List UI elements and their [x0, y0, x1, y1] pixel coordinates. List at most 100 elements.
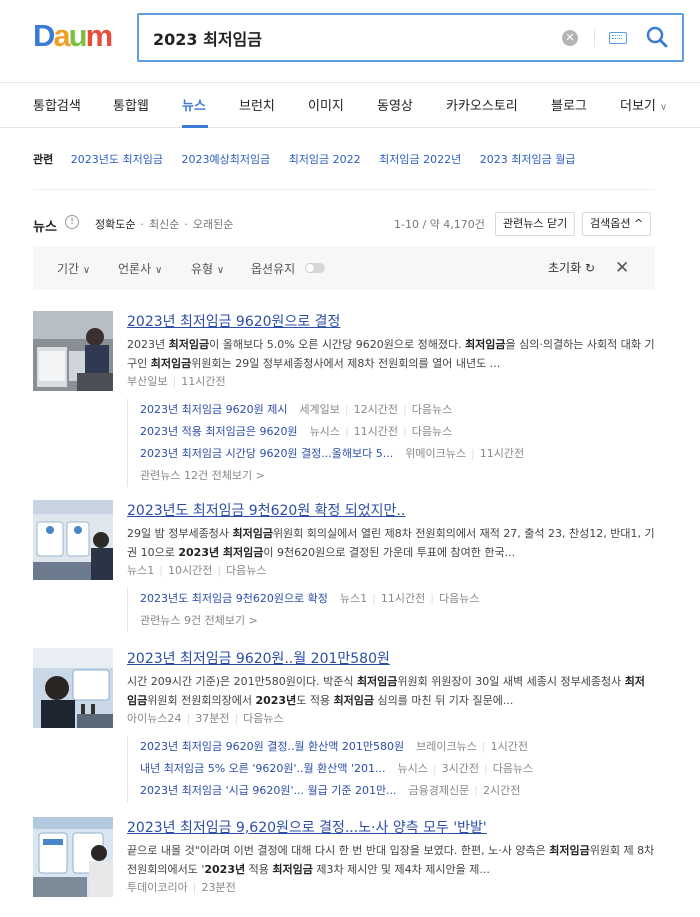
search-icon[interactable] — [645, 25, 669, 49]
related-news-via[interactable]: 다음뉴스 — [412, 425, 452, 438]
see-all-related-link[interactable]: 관련뉴스 9건 전체보기 > — [140, 610, 479, 632]
related-news-title[interactable]: 2023년 최저임금 시간당 9620원 결정...올해보다 5... — [140, 447, 393, 460]
result-count: 1-10 / 약 4,170건 — [394, 218, 485, 231]
keyword-highlight: 2023년 최저임금 — [178, 546, 264, 559]
filter-bar: 기간 ∨ 언론사 ∨ 유형 ∨ 옵션유지 초기화 ↻ ✕ — [33, 246, 655, 290]
related-link[interactable]: 2023예상최저임금 — [181, 153, 270, 166]
tab-blog[interactable]: 블로그 — [551, 95, 587, 114]
related-news-time: 11시간전 — [380, 592, 426, 605]
related-news-via[interactable]: 다음뉴스 — [412, 403, 452, 416]
related-link[interactable]: 최저임금 2022년 — [379, 153, 461, 166]
news-toolbar: 뉴스 ! 정확도순 · 최신순 · 오래된순 1-10 / 약 4,170건 관련뉴스 … — [33, 212, 655, 236]
related-news-title[interactable]: 2023년 최저임금 9620원 결정..월 환산액 201만580원 — [140, 740, 404, 753]
tab-all[interactable]: 통합검색 — [33, 95, 81, 114]
keyword-highlight: 최저임금 — [549, 844, 590, 857]
description-text: 적용 — [245, 863, 273, 876]
divider — [33, 189, 655, 190]
related-news-source[interactable]: 위메이크뉴스 — [405, 447, 466, 460]
sort-latest[interactable]: 최신순 — [149, 218, 179, 231]
news-source[interactable]: 아이뉴스24 — [127, 712, 181, 725]
chevron-down-icon: ∨ — [154, 265, 163, 276]
filter-type[interactable]: 유형 ∨ — [191, 260, 224, 277]
news-time: 37분전 — [195, 712, 230, 725]
related-news-title[interactable]: 2023년 최저임금 '시급 9620원'... 월급 기준 201만... — [140, 784, 397, 797]
close-icon[interactable]: ✕ — [615, 258, 629, 278]
see-all-related-link[interactable]: 관련뉴스 12건 전체보기 > — [140, 465, 524, 487]
logo-letter-a: a — [53, 18, 70, 53]
news-headline[interactable]: 2023년 최저임금 9,620원으로 결정...노·사 양측 모두 '반발' — [127, 817, 487, 837]
daum-logo[interactable]: Daum — [33, 18, 113, 53]
info-icon[interactable]: ! — [65, 215, 79, 229]
keyboard-icon[interactable] — [609, 32, 627, 44]
description-text: 시간 209시간 기준)은 201만580원이다. 박준식 — [127, 675, 357, 688]
news-source[interactable]: 부산일보 — [127, 375, 167, 388]
related-news-title[interactable]: 내년 최저임금 5% 오른 '9620원'..월 환산액 '201... — [140, 762, 386, 775]
news-headline[interactable]: 2023년 최저임금 9620원..월 201만580원 — [127, 648, 390, 668]
news-section-title: 뉴스 — [33, 220, 57, 235]
search-options-button[interactable]: 검색옵션 ^ — [582, 212, 652, 236]
news-headline[interactable]: 2023년 최저임금 9620원으로 결정 — [127, 311, 340, 331]
related-news-source[interactable]: 뉴스1 — [340, 592, 367, 605]
tab-web[interactable]: 통합웹 — [113, 95, 149, 114]
reset-button[interactable]: 초기화 ↻ — [548, 259, 595, 276]
related-news-source[interactable]: 금융경제신문 — [409, 784, 470, 797]
news-thumbnail[interactable] — [33, 648, 113, 728]
related-news-source[interactable]: 뉴시스 — [310, 425, 340, 438]
description-text: 이 9천620원으로 결정된 가운데 투표에 참여한 한국... — [263, 546, 516, 559]
clear-icon[interactable]: ✕ — [562, 30, 578, 46]
tab-kakaostory[interactable]: 카카오스토리 — [446, 95, 518, 114]
news-source[interactable]: 투데이코리아 — [127, 881, 188, 894]
keyword-highlight: 최저임금 — [272, 863, 313, 876]
related-news-row: 2023년도 최저임금 9천620원으로 확정 뉴스1 | 11시간전 | 다음뉴스 — [140, 592, 480, 605]
tab-brunch[interactable]: 브런치 — [239, 95, 275, 114]
news-meta: 투데이코리아 | 23분전 — [127, 881, 236, 894]
keyword-highlight: 2023년 — [255, 694, 297, 707]
description-text: 도 적용 — [296, 694, 334, 707]
close-related-news-button[interactable]: 관련뉴스 닫기 — [495, 212, 576, 236]
news-thumbnail[interactable] — [33, 500, 113, 580]
filter-press[interactable]: 언론사 ∨ — [118, 260, 162, 277]
keep-options-toggle[interactable] — [305, 263, 325, 273]
description-text: 위원회 위원장이 30일 새벽 세종시 정부세종청사 — [397, 675, 625, 688]
news-headline[interactable]: 2023년도 최저임금 9천620원 확정 되었지만.. — [127, 500, 405, 520]
keyword-highlight: 최저임금 — [465, 338, 506, 351]
related-news-list: 2023년 최저임금 9620원 결정..월 환산액 201만580원 브레이크뉴… — [127, 736, 533, 802]
search-divider — [594, 29, 595, 47]
related-news-source[interactable]: 세계일보 — [299, 403, 339, 416]
related-news-via[interactable]: 다음뉴스 — [493, 762, 533, 775]
description-text: 심의를 마친 뒤 기자 질문에... — [374, 694, 514, 707]
filter-period[interactable]: 기간 ∨ — [57, 260, 90, 277]
tab-video[interactable]: 동영상 — [377, 95, 413, 114]
news-description: 2023년 최저임금이 올해보다 5.0% 오른 시간당 9620원으로 정해졌… — [127, 335, 655, 373]
related-link[interactable]: 2023 최저임금 월급 — [480, 153, 576, 166]
news-thumbnail[interactable] — [33, 311, 113, 391]
related-news-title[interactable]: 2023년도 최저임금 9천620원으로 확정 — [140, 592, 328, 605]
related-news-title[interactable]: 2023년 적용 최저임금은 9620원 — [140, 425, 298, 438]
tab-image[interactable]: 이미지 — [308, 95, 344, 114]
reset-label: 초기화 — [548, 261, 582, 275]
related-link[interactable]: 최저임금 2022 — [289, 153, 361, 166]
related-news-source[interactable]: 뉴시스 — [398, 762, 428, 775]
search-tabs: 통합검색 통합웹 뉴스 브런치 이미지 동영상 카카오스토리 블로그 더보기 ∨ — [0, 82, 700, 128]
related-label: 관련 — [33, 153, 54, 166]
sort-accuracy[interactable]: 정확도순 — [95, 218, 135, 231]
related-news-list: 2023년 최저임금 9620원 제시 세계일보 | 12시간전 | 다음뉴스 2023년… — [127, 399, 524, 487]
keyword-highlight: 최저임금 — [356, 675, 398, 688]
news-via[interactable]: 다음뉴스 — [243, 712, 283, 725]
related-news-time: 12시간전 — [353, 403, 398, 416]
tab-news[interactable]: 뉴스 — [182, 95, 206, 114]
filter-period-label: 기간 — [57, 262, 80, 276]
news-source[interactable]: 뉴스1 — [127, 564, 154, 577]
related-link[interactable]: 2023년도 최저임금 — [71, 153, 163, 166]
related-news-source[interactable]: 브레이크뉴스 — [416, 740, 477, 753]
news-thumbnail[interactable] — [33, 817, 113, 897]
keyword-highlight: 2023년 — [204, 863, 246, 876]
tab-more[interactable]: 더보기 ∨ — [620, 95, 667, 114]
related-news-title[interactable]: 2023년 최저임금 9620원 제시 — [140, 403, 287, 416]
related-news-via[interactable]: 다음뉴스 — [439, 592, 479, 605]
news-via[interactable]: 다음뉴스 — [226, 564, 266, 577]
sort-oldest[interactable]: 오래된순 — [193, 218, 233, 231]
chevron-up-icon: ^ — [633, 217, 644, 230]
related-searches: 관련 2023년도 최저임금 2023예상최저임금 최저임금 2022 최저임금… — [33, 151, 590, 167]
search-input[interactable] — [153, 26, 533, 50]
